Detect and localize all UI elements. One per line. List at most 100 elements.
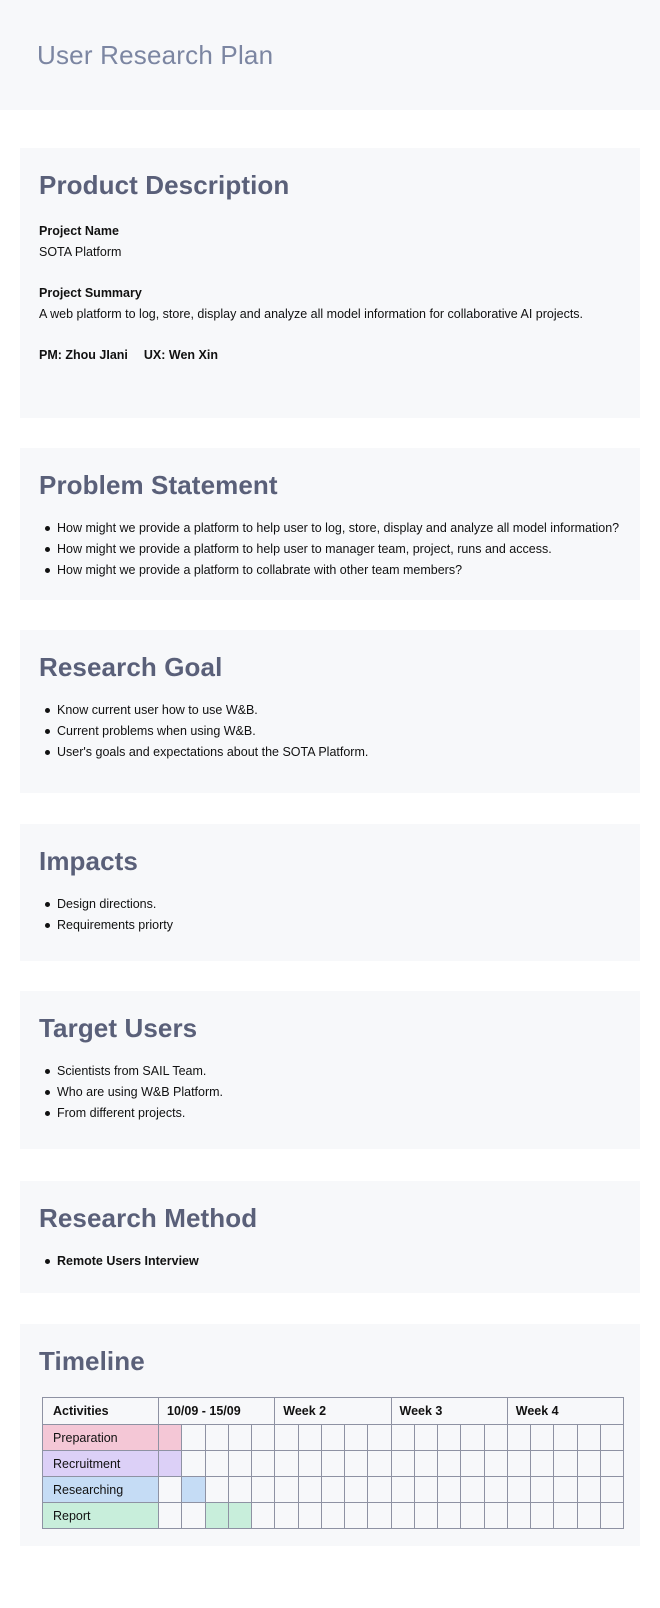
timeline-cell (159, 1503, 183, 1528)
timeline-cell (229, 1451, 252, 1476)
list-item: Know current user how to use W&B. (39, 700, 368, 721)
timeline-row: Researching (43, 1476, 623, 1502)
timeline-cell (415, 1425, 438, 1450)
timeline-cell (182, 1451, 206, 1476)
project-name-label: Project Name (39, 224, 119, 238)
timeline-cell (299, 1425, 322, 1450)
timeline-cell (461, 1425, 485, 1450)
timeline-cell (182, 1425, 206, 1450)
list-item: Scientists from SAIL Team. (39, 1061, 223, 1082)
timeline-cell (438, 1425, 462, 1450)
list-item: How might we provide a platform to colla… (39, 560, 619, 581)
timeline-cell (206, 1425, 229, 1450)
week-header: 10/09 - 15/09 (159, 1398, 276, 1424)
timeline-cells (159, 1451, 623, 1476)
timeline-cell (392, 1503, 415, 1528)
timeline-body: Preparation Recruitment Researching Report (43, 1424, 623, 1528)
timeline-cell (275, 1451, 299, 1476)
timeline-cell (508, 1425, 531, 1450)
timeline-cell (578, 1425, 601, 1450)
timeline-cell (531, 1451, 555, 1476)
timeline-cell (531, 1425, 555, 1450)
ux-name: UX: Wen Xin (143, 348, 218, 362)
activity-label: Report (43, 1503, 159, 1528)
activities-header: Activities (43, 1398, 159, 1424)
timeline-cell (392, 1451, 415, 1476)
timeline-table: Activities 10/09 - 15/09 Week 2 Week 3 W… (42, 1397, 624, 1529)
timeline-cell (322, 1503, 345, 1528)
section-heading: Impacts (39, 846, 138, 876)
list-item: Requirements priorty (39, 915, 173, 936)
research-method-section: Research Method Remote Users Interview (20, 1181, 640, 1293)
timeline-cell (159, 1477, 183, 1502)
problem-statement-section: Problem Statement How might we provide a… (20, 448, 640, 600)
timeline-cell (206, 1451, 229, 1476)
timeline-cell (252, 1451, 276, 1476)
problem-list: How might we provide a platform to help … (39, 518, 619, 581)
timeline-cell (299, 1451, 322, 1476)
timeline-cell (275, 1425, 299, 1450)
timeline-row: Preparation (43, 1424, 623, 1450)
timeline-cell (345, 1425, 369, 1450)
users-list: Scientists from SAIL Team. Who are using… (39, 1061, 223, 1124)
timeline-cell (368, 1425, 392, 1450)
timeline-cell (554, 1425, 578, 1450)
timeline-cell (485, 1477, 508, 1502)
timeline-cell-filled (228, 1503, 252, 1528)
timeline-cell-filled (159, 1425, 183, 1450)
target-users-section: Target Users Scientists from SAIL Team. … (20, 991, 640, 1149)
timeline-cell (368, 1451, 392, 1476)
section-heading: Research Goal (39, 652, 223, 682)
section-heading: Target Users (39, 1013, 198, 1043)
timeline-cell-filled (205, 1503, 229, 1528)
timeline-cell (415, 1503, 438, 1528)
method-list: Remote Users Interview (39, 1251, 199, 1272)
activity-label: Preparation (43, 1425, 159, 1450)
timeline-cell (508, 1477, 531, 1502)
timeline-cell (299, 1503, 322, 1528)
timeline-cell (601, 1451, 623, 1476)
timeline-cell (275, 1503, 299, 1528)
timeline-cell (252, 1503, 276, 1528)
page-title: User Research Plan (37, 40, 274, 70)
week-header: Week 3 (392, 1398, 508, 1424)
header-bar: User Research Plan (0, 0, 660, 110)
list-item: Who are using W&B Platform. (39, 1082, 223, 1103)
timeline-row: Report (43, 1502, 623, 1528)
timeline-cell (438, 1477, 462, 1502)
project-name-value: SOTA Platform (39, 245, 122, 259)
timeline-cell (461, 1451, 485, 1476)
timeline-cell (508, 1451, 531, 1476)
team-members: PM: Zhou JIani UX: Wen Xin (39, 348, 234, 362)
timeline-cell (578, 1477, 601, 1502)
timeline-cells (159, 1477, 623, 1502)
timeline-cell (485, 1451, 508, 1476)
timeline-cell (554, 1477, 578, 1502)
project-summary-value: A web platform to log, store, display an… (39, 307, 584, 321)
timeline-cell (368, 1503, 392, 1528)
timeline-cell (601, 1503, 623, 1528)
timeline-cell (554, 1451, 578, 1476)
timeline-cell (392, 1425, 415, 1450)
timeline-row: Recruitment (43, 1450, 623, 1476)
goal-list: Know current user how to use W&B. Curren… (39, 700, 368, 763)
product-description-section: Product Description Project Name SOTA Pl… (20, 148, 640, 418)
list-item: How might we provide a platform to help … (39, 539, 619, 560)
timeline-cell (252, 1477, 276, 1502)
timeline-cell (531, 1477, 555, 1502)
timeline-cell (229, 1477, 252, 1502)
timeline-cell (601, 1477, 623, 1502)
section-heading: Problem Statement (39, 470, 278, 500)
timeline-cell (578, 1451, 601, 1476)
timeline-cell-filled (159, 1451, 183, 1476)
impacts-list: Design directions. Requirements priorty (39, 894, 173, 936)
timeline-cells (159, 1425, 623, 1450)
timeline-cell (345, 1451, 369, 1476)
week-header: Week 4 (515, 1404, 559, 1418)
list-item: Design directions. (39, 894, 173, 915)
timeline-cell (182, 1503, 206, 1528)
timeline-cell (368, 1477, 392, 1502)
timeline-cell (508, 1503, 531, 1528)
timeline-cell (485, 1425, 508, 1450)
timeline-cell (485, 1503, 508, 1528)
